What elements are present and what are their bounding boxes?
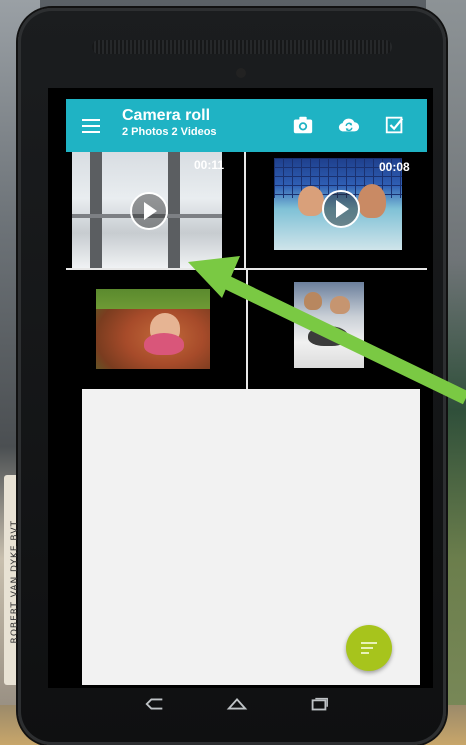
thumbnail-photo-leaves[interactable]: [96, 289, 210, 369]
book-spine-label: ROBERT VAN DYKE BVT: [10, 520, 20, 644]
front-camera: [236, 68, 246, 78]
cloud-sync-icon[interactable]: [338, 114, 360, 136]
video-duration: 00:08: [379, 160, 410, 174]
home-icon[interactable]: [226, 696, 248, 712]
child-clothing: [144, 333, 184, 355]
filter-fab-button[interactable]: [346, 625, 392, 671]
grid-divider: [246, 270, 248, 389]
child-clothing: [308, 326, 348, 346]
child-figure: [298, 186, 324, 216]
child-face: [304, 292, 322, 310]
thumbnail-photo-kids[interactable]: [294, 282, 364, 368]
play-icon[interactable]: [130, 192, 168, 230]
grid-divider: [244, 152, 246, 268]
app-bar: Camera roll 2 Photos 2 Videos: [66, 99, 427, 152]
app-subtitle: 2 Photos 2 Videos: [122, 126, 217, 138]
porch-post: [168, 152, 180, 268]
phone-screen: Camera roll 2 Photos 2 Videos 00:11 00:0…: [48, 88, 433, 688]
child-face: [330, 296, 350, 314]
porch-post: [90, 152, 102, 268]
media-grid: 00:11 00:08: [66, 152, 427, 389]
grass: [96, 289, 210, 309]
play-icon[interactable]: [322, 190, 360, 228]
child-figure: [358, 184, 386, 218]
video-duration: 00:11: [194, 158, 225, 172]
app-title: Camera roll: [122, 107, 211, 124]
menu-icon[interactable]: [82, 119, 100, 133]
camera-icon[interactable]: [292, 114, 314, 136]
phone-body: Camera roll 2 Photos 2 Videos 00:11 00:0…: [18, 8, 446, 745]
select-checkbox-icon[interactable]: [384, 114, 406, 136]
filter-list-icon: [361, 642, 377, 657]
title-block: Camera roll 2 Photos 2 Videos: [122, 107, 217, 138]
earpiece-speaker: [92, 40, 392, 54]
recents-icon[interactable]: [308, 696, 330, 712]
back-icon[interactable]: [144, 696, 166, 712]
system-nav-bar: [48, 688, 433, 724]
